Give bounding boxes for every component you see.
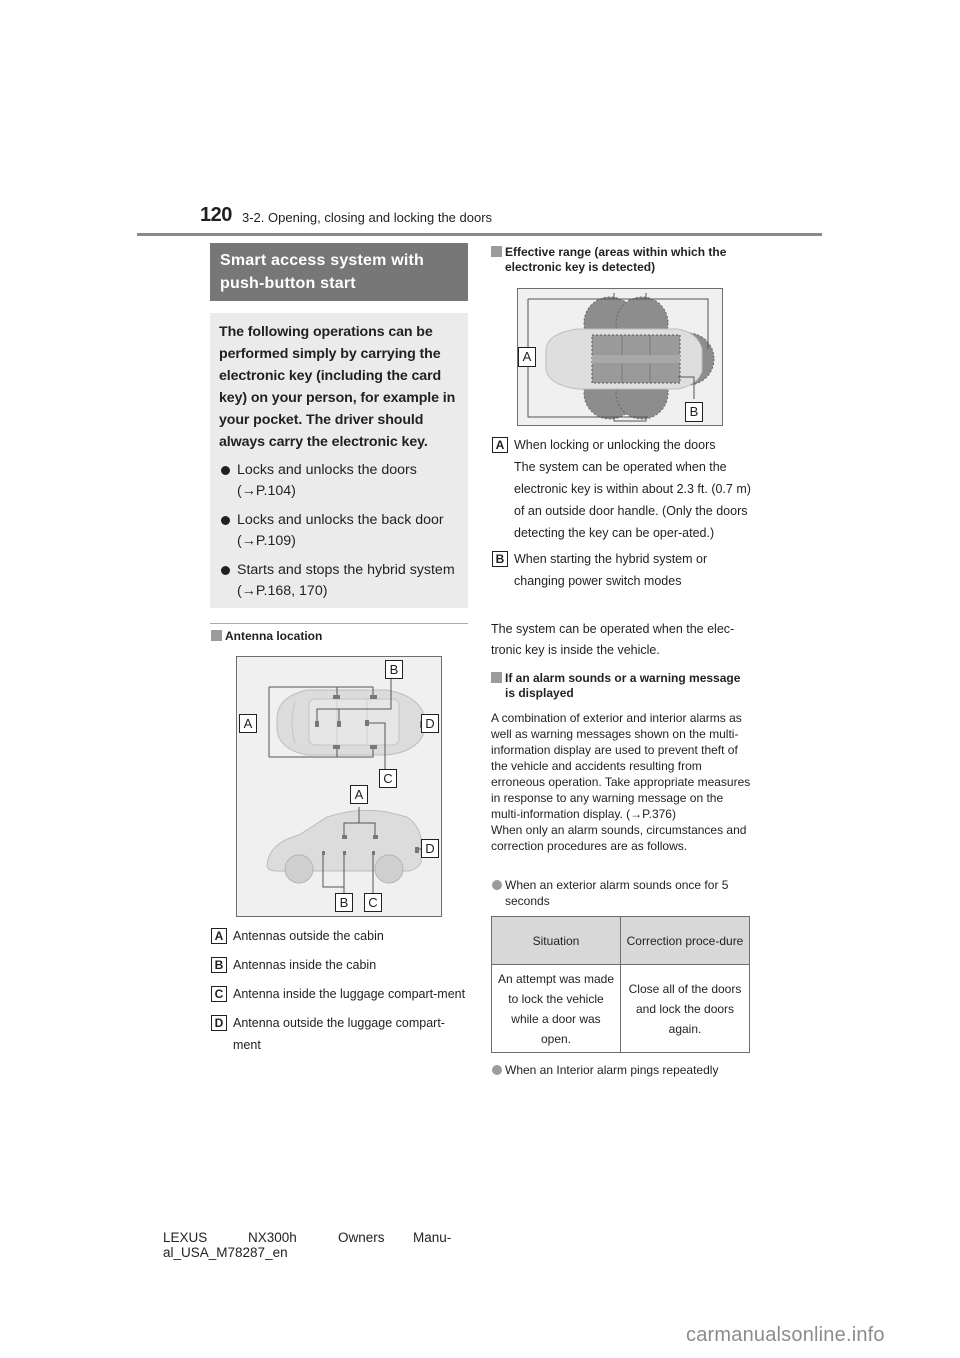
alarm-case-text: When an Interior alarm pings repeatedly [505, 1063, 719, 1077]
diagram-label-c-side: C [364, 893, 382, 912]
watermark: carmanualsonline.info [686, 1324, 885, 1346]
antenna-heading: Antenna location [211, 629, 322, 644]
column-header-situation: Situation [491, 916, 621, 965]
section-divider [210, 623, 468, 624]
range-item-a: A When locking or unlocking the doors Th… [492, 434, 754, 544]
bullet-icon [492, 880, 502, 890]
badge-a: A [492, 437, 508, 453]
feature-item: Locks and unlocks the back door (→P.109) [219, 510, 459, 552]
diagram-label-b-side: B [335, 893, 353, 912]
effective-range-diagram: A B [517, 288, 723, 426]
alarm-heading-line1: If an alarm sounds or a warning message [505, 671, 741, 685]
badge-b: B [211, 957, 227, 973]
range-heading: Effective range (areas within which the … [491, 245, 753, 275]
range-item-detail: The system can be operated when the elec… [514, 460, 751, 540]
page-reference-link[interactable]: (→P.109) [237, 533, 296, 549]
range-heading-line1: Effective range (areas within which the [505, 245, 727, 259]
intro-box: The following operations can be performe… [210, 313, 468, 608]
footer-word: Owners [338, 1230, 385, 1245]
range-legend: A When locking or unlocking the doors Th… [492, 434, 754, 599]
badge-a: A [211, 928, 227, 944]
page-reference-link[interactable]: (→P.104) [237, 483, 296, 499]
legend-text: Antenna outside the luggage compart-ment [233, 1016, 445, 1052]
badge-b: B [492, 551, 508, 567]
bullet-icon [492, 1065, 502, 1075]
footer-model: NX300h [248, 1230, 297, 1245]
car-top-view-illustration [276, 689, 424, 756]
legend-text: Antennas inside the cabin [233, 958, 377, 972]
range-item-title: When locking or unlocking the doors [514, 438, 716, 452]
page-number: 120 [200, 204, 232, 226]
alarm-heading-line2: is displayed [505, 686, 574, 700]
feature-item: Locks and unlocks the doors (→P.104) [219, 460, 459, 502]
footer: LEXUS NX300h Owners Manu- al_USA_M78287_en [163, 1230, 451, 1260]
intro-text: The following operations can be performe… [219, 324, 456, 450]
alarm-heading: If an alarm sounds or a warning message … [491, 671, 753, 701]
antenna-heading-text: Antenna location [225, 629, 323, 643]
diagram-label-a: A [518, 347, 536, 367]
page-reference-link[interactable]: (→P.168, 170) [237, 583, 327, 599]
range-item-title: When starting the hybrid system or chang… [514, 552, 708, 588]
table-cell-correction: Close all of the doors and lock the door… [620, 964, 750, 1053]
antenna-location-diagram: A B D C A D B C [236, 656, 442, 917]
diagram-label-a: A [239, 714, 257, 733]
table-cell-situation: An attempt was made to lock the vehicle … [491, 964, 621, 1053]
topic-title-line2: push-button start [220, 275, 356, 292]
alarm-paragraph: A combination of exterior and interior a… [491, 710, 753, 854]
range-item-b: B When starting the hybrid system or cha… [492, 548, 754, 592]
heading-square-icon [491, 672, 502, 683]
footer-word: Manu- [413, 1230, 452, 1245]
legend-item-b: B Antennas inside the cabin [211, 954, 471, 976]
range-heading-line2: electronic key is detected) [505, 260, 656, 274]
topic-title-line1: Smart access system with [220, 252, 425, 269]
alarm-paragraph-1: A combination of exterior and interior a… [491, 711, 751, 821]
feature-item: Starts and stops the hybrid system (→P.16… [219, 560, 459, 602]
range-note: The system can be operated when the elec… [491, 622, 735, 657]
alarm-case-text: When an exterior alarm sounds once for 5… [505, 878, 729, 908]
antenna-legend: A Antennas outside the cabin B Antennas in… [211, 925, 471, 1063]
header-divider [137, 233, 822, 236]
diagram-label-d: D [421, 714, 439, 733]
alarm-paragraph-2: When only an alarm sounds, circumstances… [491, 823, 747, 853]
topic-title-bar: Smart access system with push-button sta… [210, 243, 468, 301]
table-header-row: Situation Correction proce-dure [491, 916, 750, 965]
diagram-label-b: B [685, 402, 703, 422]
legend-item-a: A Antennas outside the cabin [211, 925, 471, 947]
diagram-label-b: B [385, 660, 403, 679]
feature-list: Locks and unlocks the doors (→P.104) Lock… [219, 460, 459, 602]
column-header-correction: Correction proce-dure [620, 916, 750, 965]
bullet-icon [221, 566, 230, 575]
table-row: An attempt was made to lock the vehicle … [491, 964, 750, 1053]
feature-text: Locks and unlocks the back door [237, 512, 444, 528]
alarm-case-exterior: When an exterior alarm sounds once for 5… [491, 877, 753, 909]
heading-square-icon [211, 630, 222, 641]
diagram-label-a-side: A [350, 785, 368, 804]
footer-manual-id: al_USA_M78287_en [163, 1245, 288, 1260]
section-title: 3-2. Opening, closing and locking the do… [242, 210, 493, 225]
legend-text: Antennas outside the cabin [233, 929, 384, 943]
feature-text: Locks and unlocks the doors [237, 462, 417, 478]
diagram-label-d-side: D [421, 839, 439, 858]
diagram-label-c: C [379, 769, 397, 788]
legend-item-c: C Antenna inside the luggage compart-ment [211, 983, 471, 1005]
legend-text: Antenna inside the luggage compart-ment [233, 987, 466, 1001]
badge-c: C [211, 986, 227, 1002]
badge-d: D [211, 1015, 227, 1031]
bullet-icon [221, 466, 230, 475]
legend-item-d: D Antenna outside the luggage compart-men… [211, 1012, 471, 1056]
footer-brand: LEXUS [163, 1230, 208, 1245]
car-top-view-illustration [545, 328, 703, 390]
alarm-correction-table: Situation Correction proce-dure An attem… [491, 916, 750, 1053]
feature-text: Starts and stops the hybrid system [237, 562, 455, 578]
alarm-case-interior: When an Interior alarm pings repeatedly [491, 1062, 753, 1078]
bullet-icon [221, 516, 230, 525]
page-header: 120 3-2. Opening, closing and locking th… [200, 200, 822, 236]
heading-square-icon [491, 246, 502, 257]
